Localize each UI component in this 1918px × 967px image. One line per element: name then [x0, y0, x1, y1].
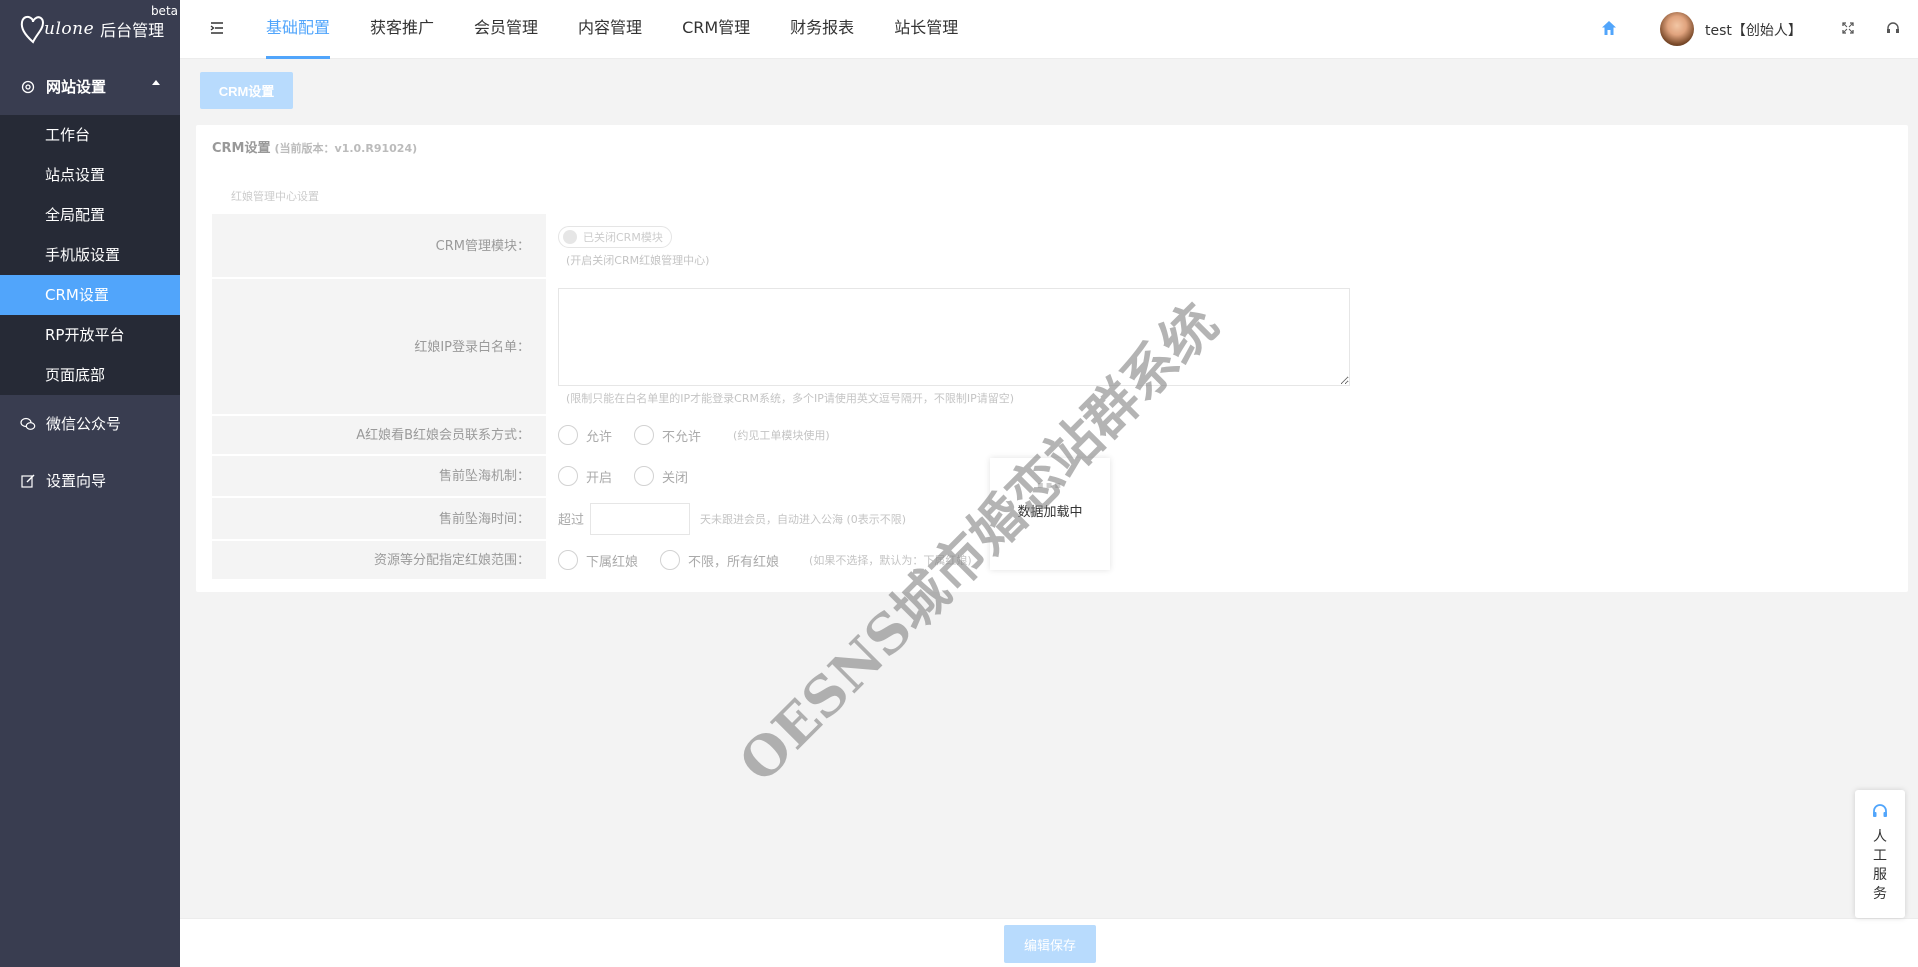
tab-customer-acquisition[interactable]: 获客推广 — [370, 0, 434, 59]
heart-logo-icon — [20, 15, 45, 44]
version-label: (当前版本：v1.0.R91024) — [274, 142, 418, 155]
form-row-ip-whitelist: 红娘IP登录白名单： (限制只能在白名单里的IP才能登录CRM系统，多个IP请使… — [212, 279, 1350, 416]
toggle-knob — [563, 230, 577, 244]
section-label: 红娘管理中心设置 — [231, 190, 319, 203]
headset-icon[interactable] — [1885, 20, 1901, 36]
presale-time-prefix: 超过 — [558, 513, 585, 528]
radio-label: 不允许 — [662, 429, 702, 445]
logo-admin-label: 后台管理 — [100, 21, 165, 40]
service-char: 人 — [1873, 829, 1887, 845]
gear-icon — [21, 80, 35, 93]
menu-fold-icon[interactable] — [209, 20, 225, 36]
topbar: 基础配置 获客推广 会员管理 内容管理 CRM管理 财务报表 站长管理 test… — [180, 0, 1918, 59]
loading-text: 数据加载中 — [1017, 505, 1083, 520]
sidebar-item-site-settings[interactable]: 站点设置 — [0, 155, 180, 195]
sidebar-group-label: 网站设置 — [46, 78, 107, 96]
radio-circle — [558, 425, 578, 445]
radio-label: 开启 — [586, 470, 613, 486]
top-nav-tabs: 基础配置 获客推广 会员管理 内容管理 CRM管理 财务报表 站长管理 — [266, 0, 998, 59]
avatar[interactable] — [1660, 12, 1694, 46]
tab-crm-management[interactable]: CRM管理 — [682, 0, 750, 59]
panel-title-text: CRM设置 — [212, 141, 271, 156]
fullscreen-icon[interactable] — [1840, 20, 1856, 36]
crm-module-label: CRM管理模块： — [212, 214, 546, 277]
sidebar-item-mobile-settings[interactable]: 手机版设置 — [0, 235, 180, 275]
panel-title: CRM设置 (当前版本：v1.0.R91024) — [212, 137, 417, 156]
form-row-crm-module: CRM管理模块： 已关闭CRM模块 (开启关闭CRM红娘管理中心) — [212, 214, 1302, 279]
form-row-contact-view: A红娘看B红娘会员联系方式： 允许 不允许 (约见工单模块使用) — [212, 416, 1302, 456]
save-button[interactable]: 编辑保存 — [1004, 925, 1096, 963]
resource-range-subordinate-radio[interactable]: 下属红娘 — [558, 550, 638, 570]
tab-content-management[interactable]: 内容管理 — [578, 0, 642, 59]
resource-range-hint: (如果不选择，默认为：下属红娘) — [809, 554, 972, 567]
sidebar-item-page-footer[interactable]: 页面底部 — [0, 355, 180, 395]
presale-mechanism-on-radio[interactable]: 开启 — [558, 466, 612, 486]
radio-circle — [634, 466, 655, 486]
sidebar-item-rp-platform[interactable]: RP开放平台 — [0, 315, 180, 355]
sidebar: ulone 后台管理 beta 网站设置 工作台 站点设置 全局配置 手机版设置… — [0, 0, 180, 967]
tab-member-management[interactable]: 会员管理 — [474, 0, 538, 59]
tab-webmaster-management[interactable]: 站长管理 — [894, 0, 958, 59]
presale-time-input[interactable] — [590, 502, 691, 535]
sidebar-item-crm-settings[interactable]: CRM设置 — [0, 275, 180, 315]
presale-mechanism-off-radio[interactable]: 关闭 — [634, 466, 688, 486]
contact-view-label: A红娘看B红娘会员联系方式： — [212, 416, 546, 454]
sidebar-submenu: 工作台 站点设置 全局配置 手机版设置 CRM设置 RP开放平台 页面底部 — [0, 115, 180, 395]
loading-spinner-icon: ▪▪▪ — [1036, 480, 1064, 491]
ip-whitelist-textarea[interactable] — [558, 288, 1350, 386]
service-char: 务 — [1873, 886, 1887, 902]
contact-view-hint: (约见工单模块使用) — [733, 429, 830, 442]
tab-basic-config[interactable]: 基础配置 — [266, 0, 331, 59]
ip-whitelist-hint: (限制只能在白名单里的IP才能登录CRM系统，多个IP请使用英文逗号隔开，不限制… — [566, 392, 1015, 405]
ip-whitelist-label: 红娘IP登录白名单： — [212, 279, 546, 414]
customer-service-widget[interactable]: 人 工 服 务 — [1855, 790, 1905, 918]
service-label: 人 工 服 务 — [1855, 828, 1905, 904]
chevron-up-icon — [152, 80, 160, 85]
crm-module-toggle-text: 已关闭CRM模块 — [583, 231, 663, 244]
wechat-icon — [20, 417, 36, 430]
crm-module-hint: (开启关闭CRM红娘管理中心) — [566, 254, 710, 267]
service-char: 工 — [1873, 848, 1887, 864]
crm-form: CRM管理模块： 已关闭CRM模块 (开启关闭CRM红娘管理中心) 红娘IP登录… — [212, 214, 1350, 581]
radio-label: 不限，所有红娘 — [688, 554, 780, 570]
form-row-presale-time: 售前坠海时间： 超过 天未跟进会员，自动进入公海 (0表示不限) — [212, 498, 1302, 541]
sidebar-group-wechat[interactable]: 微信公众号 — [0, 395, 180, 452]
service-char: 服 — [1873, 867, 1887, 883]
home-icon[interactable] — [1600, 19, 1618, 37]
form-row-resource-range: 资源等分配指定红娘范围： 下属红娘 不限，所有红娘 (如果不选择，默认为：下属红… — [212, 541, 1302, 581]
edit-icon — [21, 474, 35, 488]
logo-script: ulone — [44, 19, 95, 39]
beta-badge: beta — [150, 4, 178, 18]
sidebar-item-global-config[interactable]: 全局配置 — [0, 195, 180, 235]
bottom-bar: 编辑保存 — [180, 918, 1918, 967]
presale-time-hint: 天未跟进会员，自动进入公海 (0表示不限) — [700, 512, 907, 526]
sidebar-item-workbench[interactable]: 工作台 — [0, 115, 180, 155]
crm-module-toggle[interactable]: 已关闭CRM模块 — [558, 226, 672, 248]
resource-range-label: 资源等分配指定红娘范围： — [212, 541, 546, 579]
loading-dialog: ▪▪▪ 数据加载中 — [990, 458, 1110, 570]
radio-circle — [634, 425, 655, 445]
user-name[interactable]: test【创始人】 — [1705, 20, 1802, 40]
radio-circle — [660, 550, 681, 570]
logo[interactable]: ulone 后台管理 beta — [0, 0, 180, 58]
crm-settings-tab-button[interactable]: CRM设置 — [200, 72, 293, 109]
contact-view-deny-radio[interactable]: 不允许 — [634, 425, 701, 445]
sidebar-group-setup-wizard[interactable]: 设置向导 — [0, 452, 180, 509]
tab-finance-reports[interactable]: 财务报表 — [790, 0, 854, 59]
radio-label: 允许 — [586, 429, 613, 445]
presale-time-label: 售前坠海时间： — [212, 498, 546, 539]
form-row-presale-mechanism: 售前坠海机制： 开启 关闭 — [212, 456, 1302, 498]
sidebar-group-label: 设置向导 — [46, 472, 107, 490]
radio-circle — [558, 466, 578, 486]
sidebar-group-site-settings[interactable]: 网站设置 — [0, 58, 180, 115]
presale-mechanism-label: 售前坠海机制： — [212, 456, 546, 496]
headset-icon — [1873, 804, 1887, 817]
contact-view-allow-radio[interactable]: 允许 — [558, 425, 612, 445]
sidebar-group-label: 微信公众号 — [46, 415, 122, 433]
radio-label: 下属红娘 — [586, 554, 639, 570]
radio-label: 关闭 — [662, 470, 689, 486]
resource-range-all-radio[interactable]: 不限，所有红娘 — [660, 550, 779, 570]
radio-circle — [558, 550, 578, 570]
